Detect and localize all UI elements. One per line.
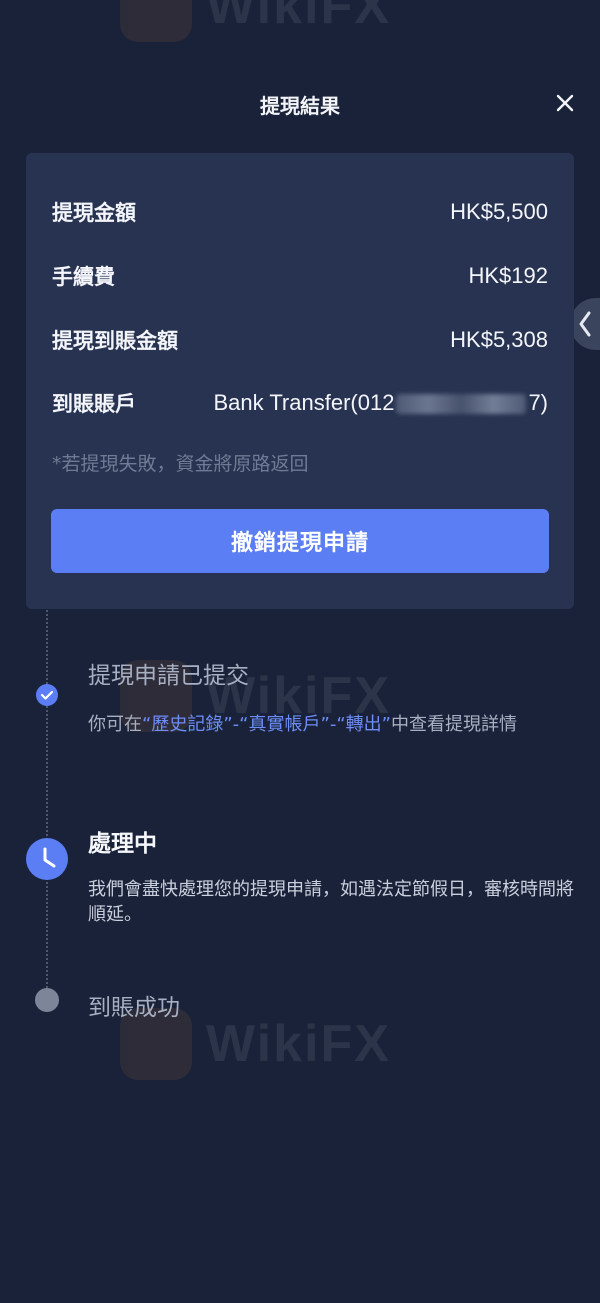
cancel-withdrawal-button[interactable]: 撤銷提現申請 [51, 509, 549, 573]
step-submitted-title: 提現申請已提交 [88, 663, 249, 689]
summary-row-account: 到賬賬戶 Bank Transfer(012 7) [52, 387, 548, 419]
withdrawal-summary-card: 提現金額 HK$5,500 手續費 HK$192 提現到賬金額 HK$5,308… [26, 153, 574, 609]
summary-label: 到賬賬戶 [52, 392, 136, 416]
dot-icon [35, 988, 59, 1012]
withdrawal-result-screen: WikiFX WikiFX WikiFX WikiFX 提現結果 提現金額 HK… [0, 0, 600, 1303]
summary-value: HK$5,308 [450, 327, 548, 352]
summary-label: 提現到賬金額 [52, 329, 178, 353]
check-circle-icon [36, 684, 58, 706]
step-processing-title: 處理中 [88, 831, 157, 857]
transfer-out-link[interactable]: “轉出” [336, 714, 391, 735]
side-drawer-tab[interactable] [570, 298, 600, 350]
account-value: Bank Transfer(012 7) [213, 390, 548, 415]
step-completed-title: 到賬成功 [88, 995, 180, 1021]
header: 提現結果 [0, 0, 600, 150]
summary-row-received: 提現到賬金額 HK$5,308 [52, 324, 548, 356]
summary-row-amount: 提現金額 HK$5,500 [52, 196, 548, 228]
step-processing-desc: 我們會盡快處理您的提現申請，如遇法定節假日，審核時間將順延。 [88, 879, 574, 925]
page-title: 提現結果 [260, 94, 340, 118]
summary-value: HK$192 [468, 263, 548, 288]
summary-value: HK$5,500 [450, 199, 548, 224]
real-account-link[interactable]: “真實帳戶” [239, 714, 330, 735]
close-icon [556, 94, 574, 112]
clock-icon [26, 838, 68, 880]
timeline-connector [46, 610, 48, 1000]
history-link[interactable]: “歷史記錄” [142, 714, 233, 735]
summary-label: 手續費 [52, 265, 115, 289]
redacted-account-number [396, 394, 527, 415]
summary-label: 提現金額 [52, 201, 136, 225]
chevron-left-icon [579, 311, 591, 337]
refund-note: *若提現失敗，資金將原路返回 [52, 453, 309, 475]
close-button[interactable] [548, 86, 582, 120]
summary-row-fee: 手續費 HK$192 [52, 260, 548, 292]
step-submitted-desc: 你可在“歷史記錄”-“真實帳戶”-“轉出”中查看提現詳情 [88, 714, 517, 735]
